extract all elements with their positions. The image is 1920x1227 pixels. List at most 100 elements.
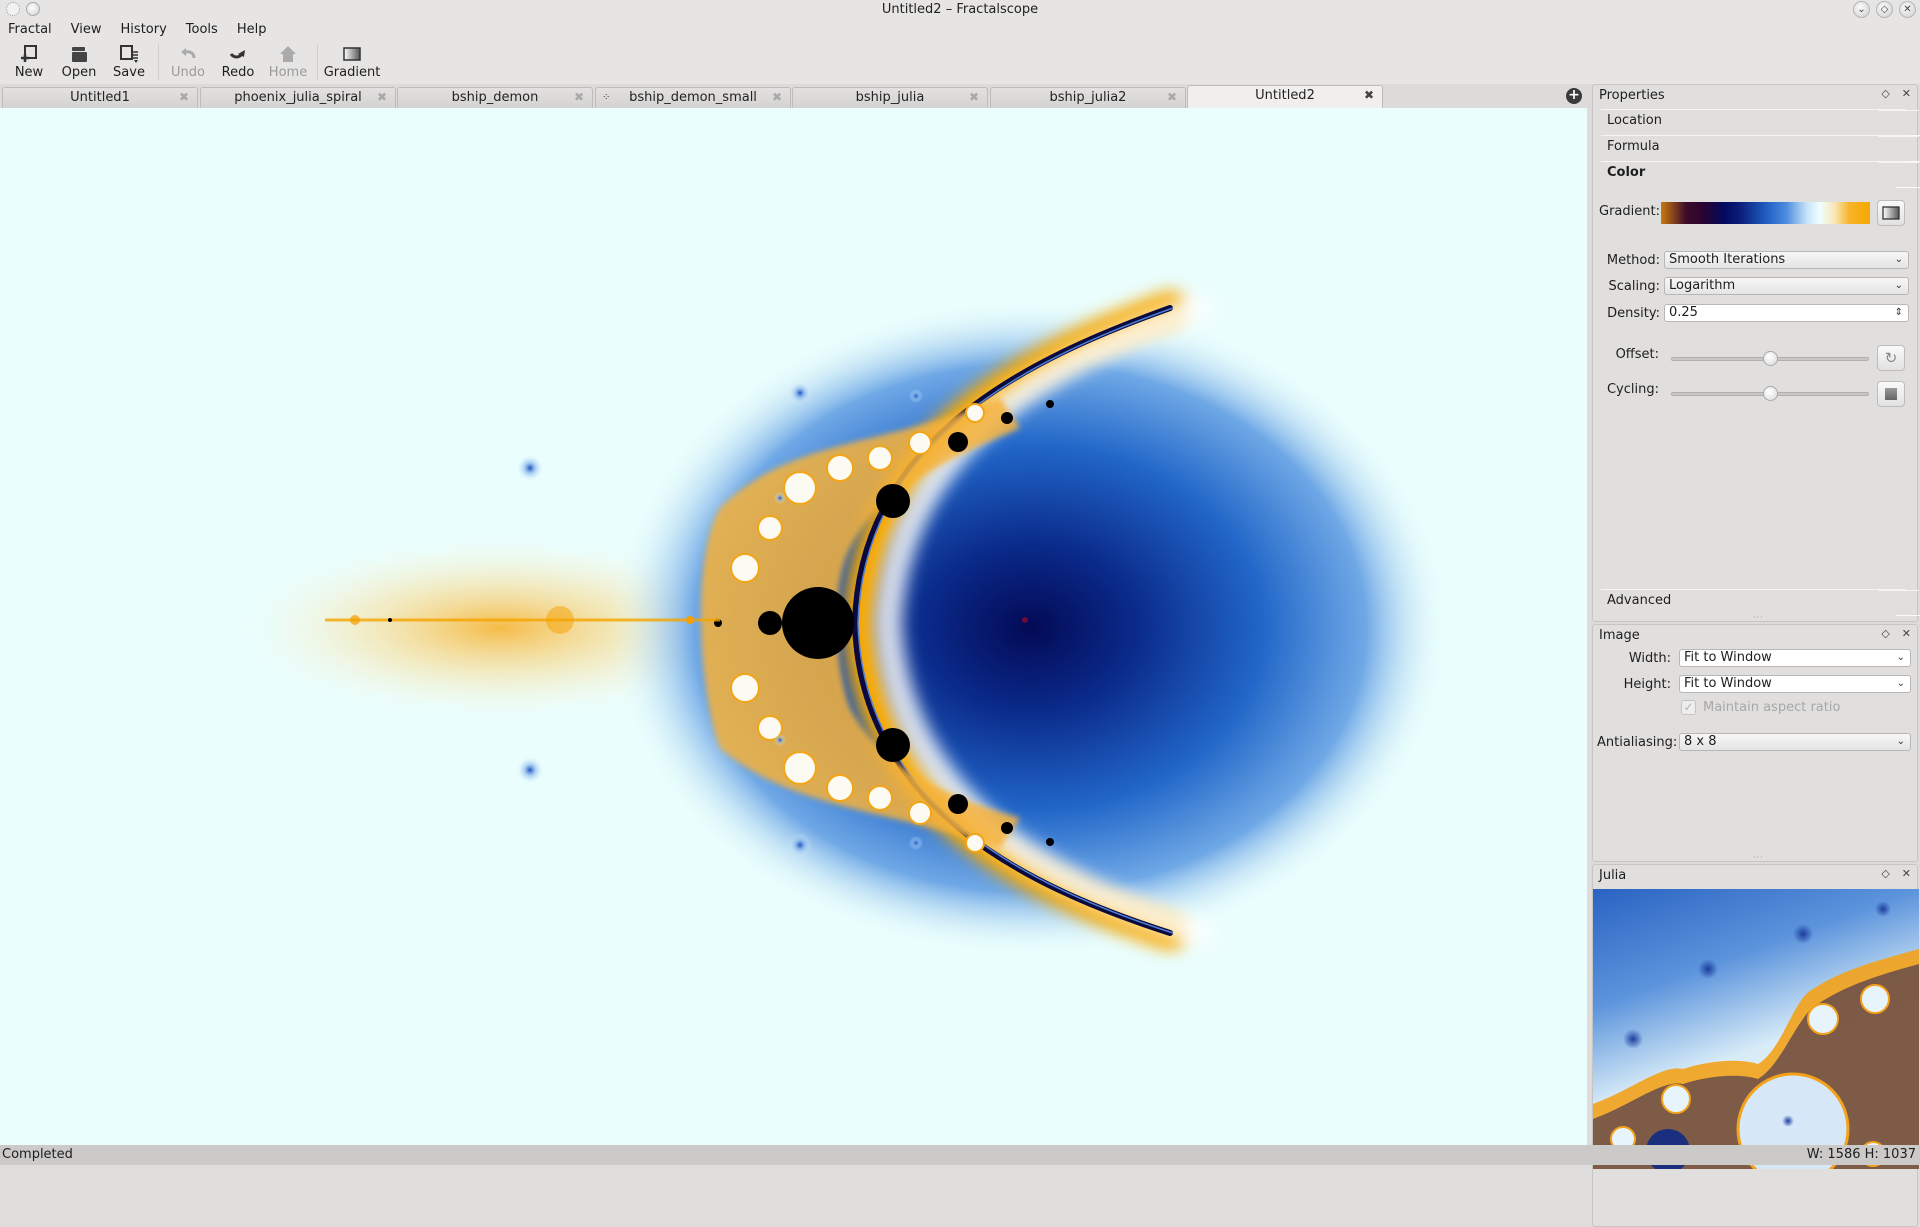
menu-view[interactable]: View [71,20,102,40]
section-advanced[interactable]: Advanced [1601,589,1906,613]
gradient-label: Gradient: [1599,204,1660,219]
status-text: Completed [2,1147,73,1162]
gradient-button[interactable]: Gradient [322,40,382,84]
tab-bship-julia[interactable]: bship_julia ✖ [792,87,988,108]
close-button[interactable]: ✕ [1899,1,1916,18]
chevron-down-icon: ⌄ [1896,736,1905,747]
section-color[interactable]: Color [1601,161,1906,185]
image-dimensions: W: 1586 H: 1037 [1806,1147,1916,1162]
menu-help[interactable]: Help [237,20,267,40]
chevron-down-icon: ⌄ [1894,254,1903,265]
maximize-button[interactable]: ◇ [1876,1,1893,18]
spin-arrows-icon[interactable]: ⇕ [1895,305,1903,321]
scaling-label: Scaling: [1608,279,1660,294]
height-select[interactable]: Fit to Window ⌄ [1679,675,1911,693]
julia-title: Julia [1599,868,1627,883]
density-spinbox[interactable]: 0.25 ⇕ [1664,304,1909,322]
splitter-handle[interactable]: ··· [1753,853,1764,862]
fractal-render [240,291,1450,958]
reset-icon: ↻ [1884,349,1898,367]
offset-slider-handle[interactable] [1762,351,1778,366]
new-document-icon [18,44,40,64]
open-button[interactable]: Open [54,40,104,84]
float-panel-icon[interactable]: ◇ [1881,867,1889,880]
redo-button[interactable]: Redo [213,40,263,84]
chevron-down-icon: ⌄ [1894,280,1903,291]
float-panel-icon[interactable]: ◇ [1881,627,1889,640]
fractal-canvas[interactable] [0,108,1587,1145]
close-panel-icon[interactable]: ✕ [1902,867,1911,880]
new-button[interactable]: New [4,40,54,84]
toolbar: New Open Save Undo Redo Home Gradient [0,40,1920,84]
status-bar: Completed W: 1586 H: 1037 [0,1145,1920,1165]
properties-panel: Properties ◇ ✕ Location Formula Color Gr… [1592,84,1918,622]
right-dock: Properties ◇ ✕ Location Formula Color Gr… [1590,84,1920,1227]
folder-icon [68,44,90,64]
close-tab-icon[interactable]: ✖ [1364,86,1374,105]
width-label: Width: [1628,651,1671,666]
scaling-select[interactable]: Logarithm ⌄ [1664,277,1909,295]
chevron-down-icon: ⌄ [1896,652,1905,663]
document-tab-bar: Untitled1 ✖ phoenix_julia_spiral ✖ bship_d… [0,84,1590,108]
cycling-slider-handle[interactable] [1762,386,1778,401]
home-icon [277,44,299,64]
julia-panel: Julia ◇ ✕ [1592,864,1919,1227]
gradient-icon [341,44,363,64]
menu-bar: Fractal View History Tools Help [0,20,1920,40]
maintain-aspect-checkbox[interactable]: ✓ [1681,700,1696,715]
undo-button[interactable]: Undo [163,40,213,84]
home-button[interactable]: Home [263,40,313,84]
add-tab-button[interactable]: + [1566,88,1582,104]
antialiasing-select[interactable]: 8 x 8 ⌄ [1679,733,1911,751]
offset-label: Offset: [1615,347,1659,362]
tab-phoenix-julia-spiral[interactable]: phoenix_julia_spiral ✖ [200,87,396,108]
close-tab-icon[interactable]: ✖ [377,88,387,107]
window-title: Untitled2 – Fractalscope [881,2,1039,17]
core-point [1022,617,1028,623]
undo-icon [177,44,199,64]
method-select[interactable]: Smooth Iterations ⌄ [1664,251,1909,269]
close-panel-icon[interactable]: ✕ [1902,627,1911,640]
close-tab-icon[interactable]: ✖ [574,88,584,107]
close-tab-icon[interactable]: ✖ [969,88,979,107]
chevron-down-icon: ⌄ [1896,678,1905,689]
splitter-handle[interactable]: ··· [1753,613,1764,622]
method-label: Method: [1606,253,1660,268]
busy-spinner-icon: ⁘ [602,92,611,103]
close-tab-icon[interactable]: ✖ [1167,88,1177,107]
reset-offset-button[interactable]: ↻ [1877,345,1905,371]
section-formula[interactable]: Formula [1601,135,1906,159]
menu-tools[interactable]: Tools [186,20,218,40]
toolbar-separator [317,44,318,80]
toolbar-separator [158,44,159,80]
tab-untitled2[interactable]: Untitled2 ✖ [1187,85,1383,108]
tab-bship-demon-small[interactable]: ⁘ bship_demon_small ✖ [595,87,791,108]
redo-icon [227,44,249,64]
minimize-button[interactable]: ⌄ [1853,1,1870,18]
properties-title: Properties [1599,88,1665,103]
menu-fractal[interactable]: Fractal [8,20,52,40]
julia-preview[interactable] [1593,889,1919,1169]
save-icon [118,44,140,64]
close-tab-icon[interactable]: ✖ [179,88,189,107]
julia-render [1593,901,1919,1169]
save-button[interactable]: Save [104,40,154,84]
stop-icon [1885,388,1897,400]
float-panel-icon[interactable]: ◇ [1881,87,1889,100]
tab-untitled1[interactable]: Untitled1 ✖ [2,87,198,108]
close-panel-icon[interactable]: ✕ [1902,87,1911,100]
edit-gradient-button[interactable] [1877,200,1905,226]
close-tab-icon[interactable]: ✖ [772,88,782,107]
stop-cycling-button[interactable] [1877,381,1905,407]
gradient-preview[interactable] [1661,202,1870,224]
menu-history[interactable]: History [121,20,167,40]
image-title: Image [1599,628,1640,643]
tab-bship-julia2[interactable]: bship_julia2 ✖ [990,87,1186,108]
width-select[interactable]: Fit to Window ⌄ [1679,649,1911,667]
tab-bship-demon[interactable]: bship_demon ✖ [397,87,593,108]
maintain-aspect-label: Maintain aspect ratio [1703,700,1841,715]
section-location[interactable]: Location [1601,109,1906,133]
cycling-label: Cycling: [1606,382,1659,397]
antialiasing-label: Antialiasing: [1597,735,1678,750]
title-bar: Untitled2 – Fractalscope ⌄ ◇ ✕ [0,0,1920,20]
